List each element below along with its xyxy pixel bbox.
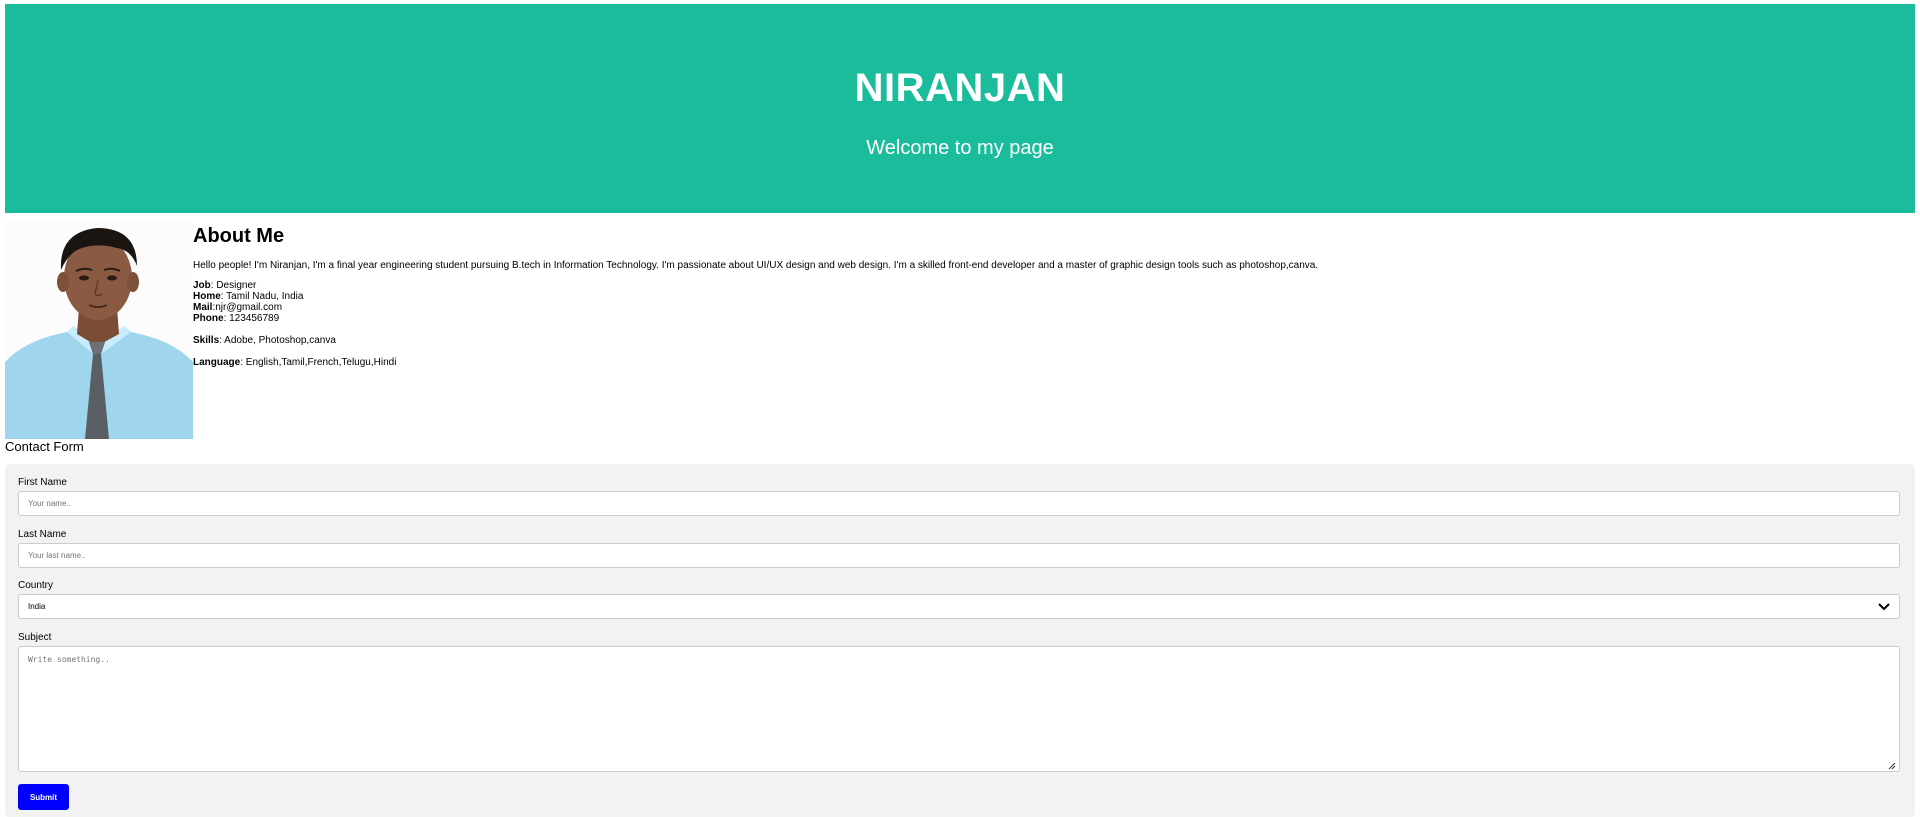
page-subtitle: Welcome to my page <box>866 137 1054 159</box>
mail-row: Mail:njr@gmail.com <box>193 302 1893 313</box>
country-label: Country <box>18 580 54 591</box>
subject-textarea[interactable] <box>18 646 1900 772</box>
contact-form: First Name Last Name Country India Subje… <box>5 464 1915 817</box>
resize-handle-icon[interactable] <box>1888 762 1896 770</box>
skills-value: : Adobe, Photoshop,canva <box>219 335 336 346</box>
home-value: : Tamil Nadu, India <box>220 291 304 302</box>
first-name-input[interactable] <box>18 491 1900 516</box>
language-label: Language <box>193 357 241 368</box>
phone-value: : 123456789 <box>223 313 280 324</box>
language-row: Language: English,Tamil,French,Telugu,Hi… <box>193 357 1893 368</box>
first-name-label: First Name <box>18 477 67 488</box>
subject-label: Subject <box>18 632 52 643</box>
country-selected-value: India <box>28 602 46 611</box>
last-name-label: Last Name <box>18 529 67 540</box>
mail-label: Mail <box>193 302 213 313</box>
submit-button[interactable]: Submit <box>18 784 69 810</box>
about-info: Job: Designer Home: Tamil Nadu, India Ma… <box>193 280 1893 324</box>
chevron-down-icon <box>1878 601 1890 613</box>
skills-row: Skills: Adobe, Photoshop,canva <box>193 335 1893 346</box>
phone-label: Phone <box>193 313 224 324</box>
job-label: Job <box>193 280 211 291</box>
home-row: Home: Tamil Nadu, India <box>193 291 1893 302</box>
profile-photo <box>5 222 193 439</box>
language-value: : English,Tamil,French,Telugu,Hindi <box>240 357 397 368</box>
skills-label: Skills <box>193 335 220 346</box>
phone-row: Phone: 123456789 <box>193 313 1893 324</box>
page-header: NIRANJAN Welcome to my page <box>5 4 1915 213</box>
profile-portrait <box>5 222 193 439</box>
last-name-input[interactable] <box>18 543 1900 568</box>
country-select[interactable]: India <box>18 594 1900 619</box>
job-value: : Designer <box>210 280 257 291</box>
mail-value: :njr@gmail.com <box>212 302 283 313</box>
about-heading: About Me <box>193 225 285 247</box>
page-title: NIRANJAN <box>854 66 1066 110</box>
job-row: Job: Designer <box>193 280 1893 291</box>
home-label: Home <box>193 291 221 302</box>
contact-form-title: Contact Form <box>5 439 84 454</box>
about-section: About Me Hello people! I'm Niranjan, I'm… <box>193 222 1893 368</box>
about-intro: Hello people! I'm Niranjan, I'm a final … <box>193 260 1319 271</box>
